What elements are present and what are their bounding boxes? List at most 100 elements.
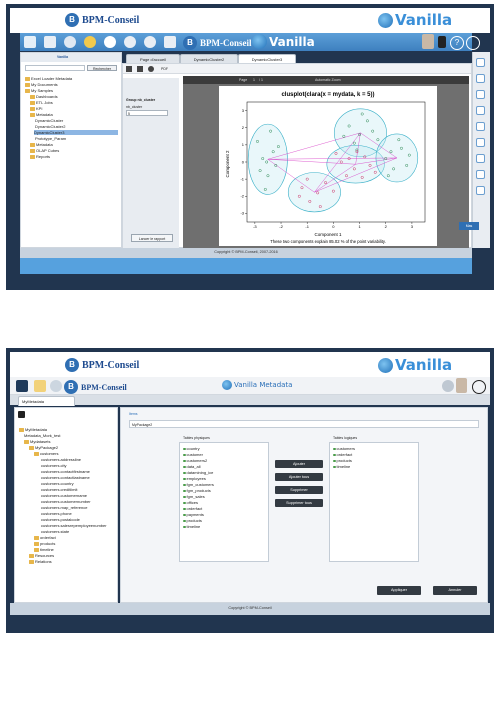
- tree-item[interactable]: MyMetadata: [19, 427, 47, 432]
- physical-tables-list[interactable]: country customer customers2 data_all datamin…: [179, 442, 269, 562]
- launch-report-button[interactable]: Lancer le rapport: [131, 234, 173, 242]
- tab-mymetadata[interactable]: MyMetadata: [18, 396, 75, 406]
- package-name-field[interactable]: MyPackage2: [129, 420, 479, 428]
- tree-item[interactable]: Excel Loader Metadata: [25, 76, 72, 81]
- tree-item[interactable]: customers.city: [41, 463, 67, 468]
- report-icon[interactable]: [164, 36, 176, 48]
- add-button[interactable]: Ajouter: [275, 460, 323, 468]
- tree-item[interactable]: customers: [34, 451, 58, 456]
- gear-icon[interactable]: [50, 380, 62, 392]
- table-list-item[interactable]: orderfact: [333, 452, 352, 457]
- table-list-item[interactable]: offices: [183, 500, 198, 505]
- user-avatar[interactable]: [422, 34, 434, 49]
- grid-icon[interactable]: [24, 36, 36, 48]
- tree-item[interactable]: Metadata: [30, 112, 53, 117]
- sidebar-table-icon[interactable]: [476, 90, 485, 99]
- breadcrumb[interactable]: Items: [129, 412, 138, 416]
- table-list-item[interactable]: customers: [333, 446, 355, 451]
- add-all-button[interactable]: Ajouter tous: [275, 473, 323, 481]
- table-list-item[interactable]: timeline: [183, 524, 200, 529]
- table-list-item[interactable]: employees: [183, 476, 206, 481]
- table-list-item[interactable]: fgm_products: [183, 488, 211, 493]
- sidebar-search-icon[interactable]: [476, 170, 485, 179]
- tree-item[interactable]: customers.customernumber: [41, 499, 91, 504]
- tree-search-button[interactable]: Rechercher: [87, 65, 117, 71]
- mobile-icon[interactable]: [438, 36, 446, 48]
- tree-item[interactable]: customers.salesrepemployeenumber: [41, 523, 107, 528]
- tree-item[interactable]: customers.map_reference: [41, 505, 87, 510]
- tree-item[interactable]: customers.state: [41, 529, 69, 534]
- tree-item[interactable]: orderfact: [34, 535, 56, 540]
- table-list-item[interactable]: payments: [183, 512, 204, 517]
- logical-tables-list[interactable]: customers orderfact products timeline: [329, 442, 419, 562]
- refresh-icon[interactable]: [144, 36, 156, 48]
- document-icon[interactable]: [34, 380, 46, 392]
- clock-icon[interactable]: [104, 36, 116, 48]
- print-icon[interactable]: [126, 66, 132, 72]
- settings-icon[interactable]: [442, 380, 454, 392]
- tree-item[interactable]: Metadata_Mork_test: [24, 433, 60, 438]
- tree-item[interactable]: customers.creditlimit: [41, 487, 77, 492]
- tree-item[interactable]: Metadata: [30, 142, 53, 147]
- nb-cluster-input[interactable]: 5: [126, 110, 168, 116]
- table-list-item[interactable]: datamining_ice: [183, 470, 213, 475]
- user-avatar[interactable]: [456, 378, 467, 393]
- table-list-item[interactable]: fgm_sales: [183, 494, 205, 499]
- tree-item[interactable]: DynamicCluster2: [35, 124, 65, 129]
- table-list-item[interactable]: customers2: [183, 458, 207, 463]
- tree-item[interactable]: Resources: [29, 553, 54, 558]
- cancel-button[interactable]: Annuler: [433, 586, 477, 595]
- page-number[interactable]: 1: [253, 78, 255, 82]
- tree-item[interactable]: Mydatasets: [24, 439, 50, 444]
- tree-item[interactable]: customers.phone: [41, 511, 72, 516]
- side-more-button[interactable]: Mas: [459, 222, 479, 230]
- sidebar-map-icon[interactable]: [476, 138, 485, 147]
- pdf-format-select[interactable]: PDF: [161, 67, 168, 71]
- tree-item[interactable]: DynamicCluster: [35, 118, 63, 123]
- tree-item[interactable]: customers.postalcode: [41, 517, 80, 522]
- tree-item[interactable]: My Samples: [25, 88, 53, 93]
- sidebar-settings-icon[interactable]: [476, 186, 485, 195]
- tree-item[interactable]: My Documents: [25, 82, 58, 87]
- remove-all-button[interactable]: Supprimer tous: [275, 499, 323, 507]
- table-list-item[interactable]: data_all: [183, 464, 201, 469]
- save-icon[interactable]: [18, 411, 25, 418]
- grid-icon[interactable]: [16, 380, 28, 392]
- tree-item[interactable]: customers.customername: [41, 493, 87, 498]
- help-icon[interactable]: ?: [450, 36, 464, 50]
- tree-item[interactable]: customers.contactlastname: [41, 475, 90, 480]
- tree-item[interactable]: customers.country: [41, 481, 74, 486]
- tree-item[interactable]: KPI: [30, 106, 42, 111]
- settings-icon[interactable]: [124, 36, 136, 48]
- sidebar-home-icon[interactable]: [476, 58, 485, 67]
- tree-item[interactable]: products: [34, 541, 55, 546]
- tree-item[interactable]: Reports: [30, 154, 50, 159]
- tree-item[interactable]: Prototype_Param: [35, 136, 66, 141]
- tree-item[interactable]: customers.addressline: [41, 457, 81, 462]
- power-icon[interactable]: [472, 380, 486, 394]
- share-icon[interactable]: [148, 66, 154, 72]
- document-icon[interactable]: [44, 36, 56, 48]
- sidebar-list-icon[interactable]: [476, 154, 485, 163]
- zoom-select[interactable]: Automatic Zoom: [315, 78, 340, 82]
- tree-item[interactable]: OLAP Cubes: [30, 148, 59, 153]
- tree-item[interactable]: Dashboards: [30, 94, 58, 99]
- power-icon[interactable]: [466, 36, 480, 50]
- apply-button[interactable]: Appliquer: [377, 586, 421, 595]
- table-list-item[interactable]: orderfact: [183, 506, 202, 511]
- sidebar-filter-icon[interactable]: [476, 106, 485, 115]
- sidebar-link-icon[interactable]: [476, 122, 485, 131]
- sidebar-chart-icon[interactable]: [476, 74, 485, 83]
- table-list-item[interactable]: timeline: [333, 464, 350, 469]
- tree-item[interactable]: timeline: [34, 547, 54, 552]
- star-icon[interactable]: [84, 36, 96, 48]
- table-list-item[interactable]: fgm_customers: [183, 482, 214, 487]
- tree-search-input[interactable]: [25, 65, 85, 71]
- export-icon[interactable]: [137, 66, 143, 72]
- table-list-item[interactable]: products: [333, 458, 352, 463]
- tree-item[interactable]: ETL Jobs: [30, 100, 53, 105]
- tree-item[interactable]: MyPackage2: [29, 445, 58, 450]
- remove-button[interactable]: Supprimer: [275, 486, 323, 494]
- table-list-item[interactable]: country: [183, 446, 200, 451]
- table-list-item[interactable]: customer: [183, 452, 203, 457]
